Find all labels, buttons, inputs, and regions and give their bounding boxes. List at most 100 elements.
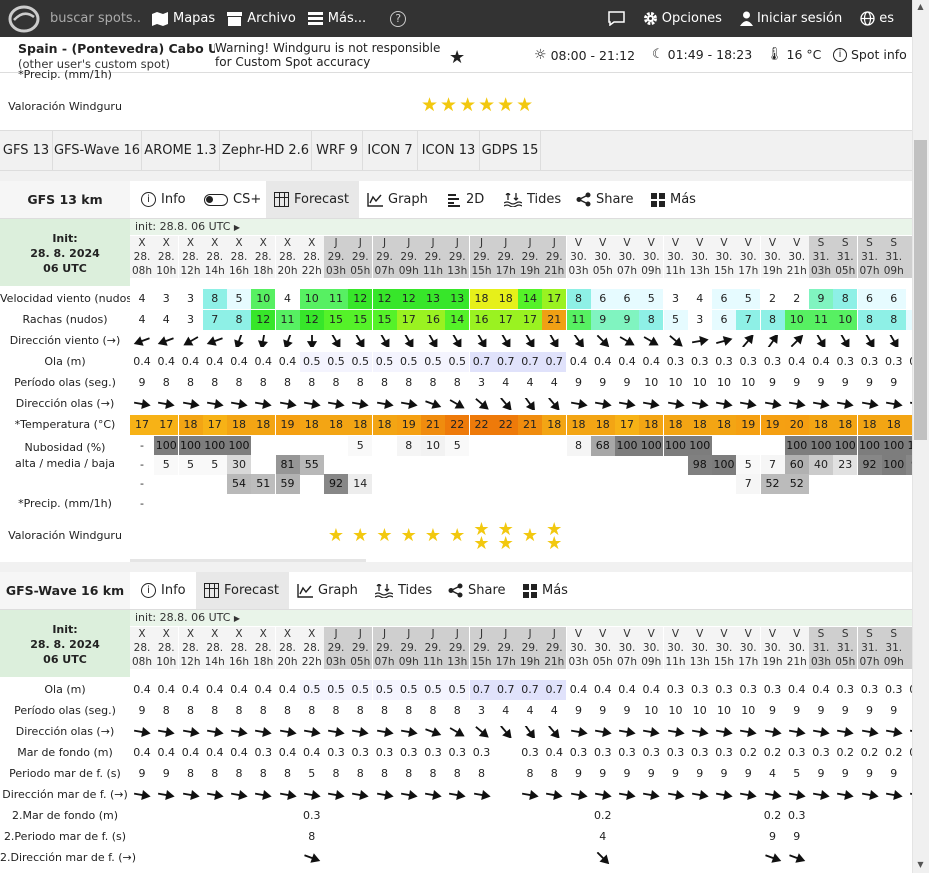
tab-cs-plus[interactable]: CS+ (204, 181, 261, 218)
temperature-cell: 18 (178, 415, 203, 435)
moon-icon: ☾ (652, 47, 664, 62)
cloud-low-cell (397, 474, 421, 494)
play-arrow-icon[interactable]: ▶ (234, 614, 240, 623)
tab-graph[interactable]: Graph (297, 572, 358, 609)
cloud-mid-cell: 5 (736, 455, 761, 475)
swell2-period-cell (179, 827, 203, 847)
wind-gust-cell: 4 (130, 310, 154, 330)
cloud-mid-cell (445, 455, 469, 475)
time-header-dates: 29. (493, 250, 518, 264)
wave-period-cell: 9 (793, 704, 801, 717)
swell-period-cell: 9 (138, 767, 146, 780)
maps-menu[interactable]: Mapas (152, 11, 215, 26)
precip-cell (421, 494, 445, 514)
favorite-star-icon[interactable]: ★ (449, 47, 465, 68)
row-label: Dirección mar de f. (→) (2, 788, 128, 801)
time-header-dates: 29. (324, 250, 348, 264)
more-menu[interactable]: Más... (307, 11, 366, 26)
wave-period-cell: 10 (668, 376, 683, 389)
wave-height-cell: 0.4 (178, 680, 203, 700)
tab-info[interactable]: i Info (141, 181, 186, 218)
tab-forecast[interactable]: Forecast (266, 181, 360, 218)
tab-2d[interactable]: 2D (448, 181, 484, 218)
help-icon[interactable]: ? (390, 10, 407, 27)
windguru-logo[interactable] (6, 4, 42, 34)
scroll-down-arrow[interactable]: ▼ (914, 860, 927, 870)
spot-search-input[interactable]: buscar spots... (50, 11, 140, 26)
wind-direction-arrow (591, 331, 615, 351)
model-tab[interactable]: AROME 1.3 (142, 131, 220, 171)
archive-menu[interactable]: Archivo (227, 11, 296, 26)
water-temperature-label: 16 °C (786, 47, 822, 62)
gfs-wave-forecast-panel: GFS-Wave 16 km i Info Forecast Graph Tide… (0, 572, 929, 873)
wind-speed-cell: 2 (784, 289, 809, 309)
cloud-mid-cell: 30 (227, 455, 251, 475)
tab-more[interactable]: Más (651, 181, 696, 218)
cloud-high-cell: 100 (178, 436, 203, 456)
wave-period-cell: 8 (187, 376, 194, 389)
chat-button[interactable] (608, 11, 625, 26)
swell2-direction-arrow (833, 848, 857, 868)
rating-star: ★ (546, 534, 563, 554)
language-selector[interactable]: es (860, 11, 894, 26)
wave-direction-arrow (227, 394, 251, 414)
temperature-cell: 18 (542, 415, 567, 435)
cloud-high-cell (373, 436, 397, 456)
model-tab[interactable]: GFS 13 (0, 131, 53, 171)
wind-gust-cell: 17 (493, 310, 518, 330)
model-tab[interactable]: ICON 7 (363, 131, 418, 171)
model-tab[interactable]: Zephr-HD 2.6 (220, 131, 312, 171)
spot-info-button[interactable]: i Spot info (833, 47, 907, 62)
swell-height-cell: 0.3 (812, 746, 830, 759)
time-header-dates: 28. (178, 641, 203, 655)
wave-direction-arrow (518, 394, 542, 414)
scroll-up-arrow[interactable]: ▲ (914, 2, 927, 12)
tab-share[interactable]: Share (576, 181, 634, 218)
time-header-hours: 19h (518, 264, 542, 278)
tab-tides[interactable]: Tides (375, 572, 432, 609)
wind-speed-cell: 10 (299, 289, 324, 309)
options-button[interactable]: Opciones (643, 11, 722, 26)
wind-speed-cell: 6 (881, 289, 906, 309)
swell2-direction-arrow (397, 848, 421, 868)
model-tab[interactable]: WRF 9 (312, 131, 363, 171)
tab-graph[interactable]: Graph (367, 181, 428, 218)
cloud-high-cell (276, 436, 300, 456)
wave-period-cell: 9 (866, 704, 873, 717)
tab-more[interactable]: Más (523, 572, 568, 609)
wave-period-cell: 9 (769, 704, 776, 717)
wave-period-cell: 8 (284, 704, 291, 717)
wind-gust-cell: 8 (881, 310, 906, 330)
precip-cell (591, 494, 615, 514)
wind-speed-cell: 9 (809, 289, 833, 309)
login-button[interactable]: Iniciar sesión (739, 11, 842, 26)
wave-direction-arrow (833, 722, 857, 742)
wave-height-cell: 0.4 (615, 680, 639, 700)
init-line-text: init: 28.8. 06 UTC (135, 611, 231, 624)
model-tab[interactable]: GDPS 15 (480, 131, 541, 171)
wave-direction-arrow (251, 722, 275, 742)
time-header-days: J (348, 236, 373, 250)
swell2-height-cell: 0.3 (788, 809, 806, 822)
wave-init-line: init: 28.8. 06 UTC ▶ (130, 610, 912, 626)
tab-tides[interactable]: Tides (504, 181, 561, 218)
time-header-days: X (130, 627, 154, 641)
cloud-low-cell (591, 474, 615, 494)
cloud-mid-cell: 5 (202, 455, 227, 475)
tab-forecast[interactable]: Forecast (196, 572, 290, 609)
scrollbar-thumb[interactable] (914, 140, 927, 440)
wave-direction-arrow (227, 722, 251, 742)
time-header-days: S (857, 236, 882, 250)
play-arrow-icon[interactable]: ▶ (234, 223, 240, 232)
tab-share[interactable]: Share (448, 572, 506, 609)
wave-height-cell: 0.5 (348, 352, 373, 372)
wave-period-cell: 10 (692, 704, 707, 717)
model-tab[interactable]: ICON 13 (418, 131, 480, 171)
wave-height-cell: 0.4 (227, 680, 251, 700)
time-header-dates: 30. (784, 641, 809, 655)
time-header-days: V (566, 627, 591, 641)
model-tab[interactable]: GFS-Wave 16 (53, 131, 142, 171)
toggle-icon (204, 193, 228, 206)
tab-info[interactable]: i Info (141, 572, 186, 609)
init-time: 06 UTC (43, 262, 87, 275)
